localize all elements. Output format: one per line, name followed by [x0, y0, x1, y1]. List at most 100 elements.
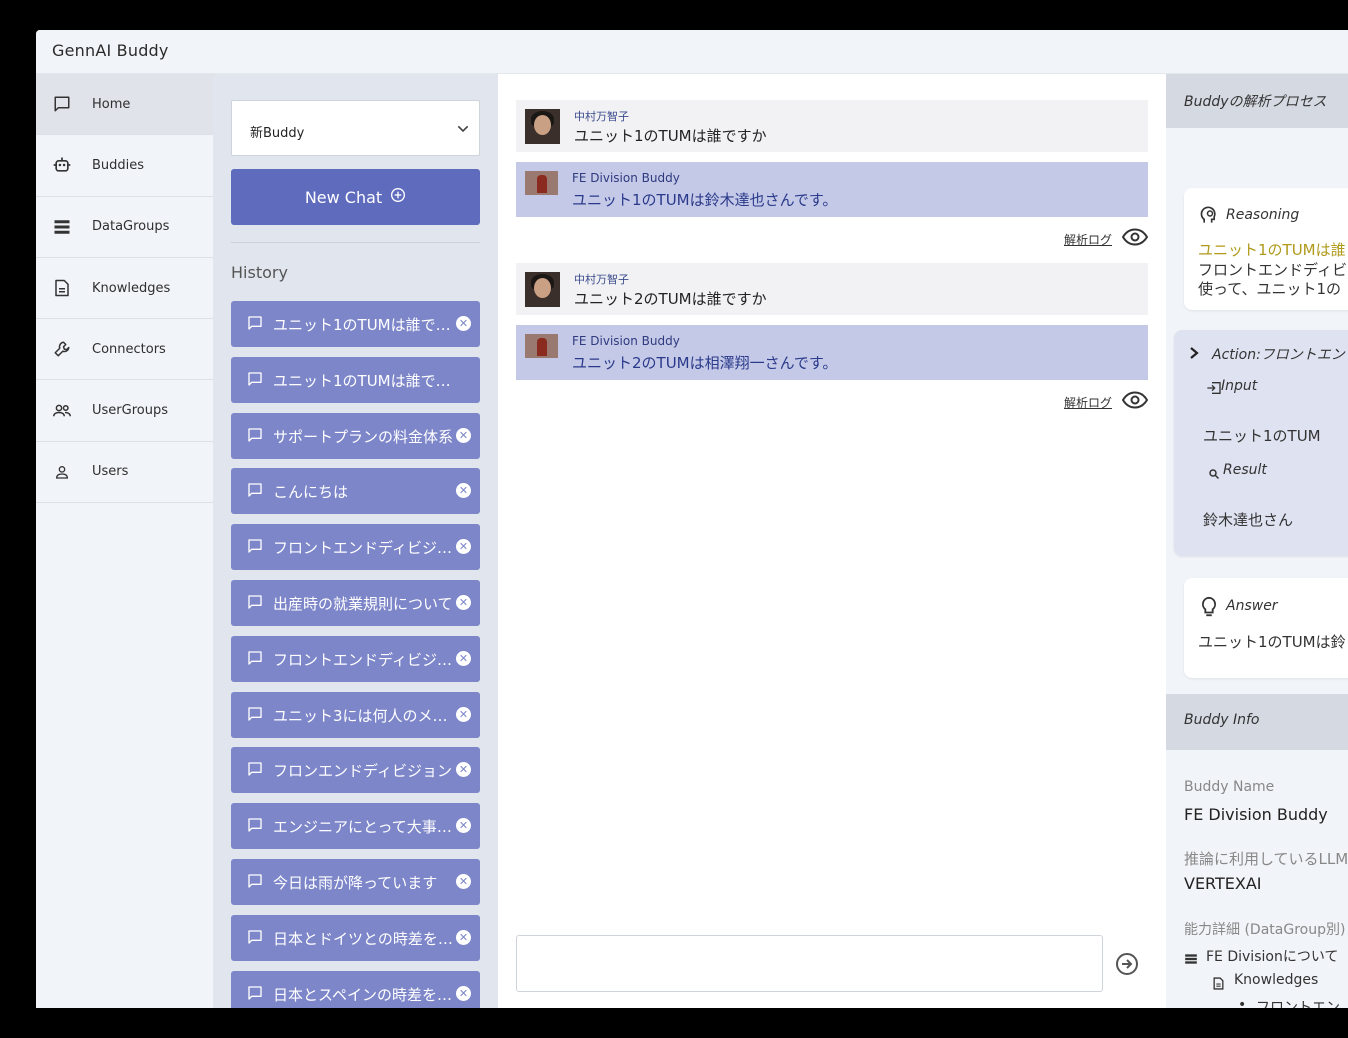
history-panel: 新Buddy New Chat History ユニット1のTUMは誰ですか ✕ … [213, 74, 498, 1008]
chat-input[interactable] [516, 935, 1103, 992]
buddy-select[interactable]: 新Buddy [231, 100, 480, 156]
nav-item-usergroups[interactable]: UserGroups [36, 380, 213, 442]
nav-label: UserGroups [92, 403, 168, 419]
message-icon [247, 761, 263, 781]
new-chat-label: New Chat [304, 187, 383, 207]
history-item[interactable]: こんにちは ✕ [231, 468, 480, 515]
message-author: 中村万智子 [574, 110, 629, 123]
history-item[interactable]: ユニット3には何人のメンバー✕ [231, 691, 480, 738]
app-bar: GennAI Buddy [36, 30, 1348, 74]
avatar [525, 272, 560, 307]
new-chat-button[interactable]: New Chat [231, 169, 480, 225]
nav-item-buddies[interactable]: Buddies [36, 135, 213, 197]
action-label: Action:フロントエン [1212, 347, 1345, 363]
nav-item-knowledges[interactable]: Knowledges [36, 258, 213, 320]
message-icon [247, 371, 263, 391]
message-icon [247, 817, 263, 837]
delete-icon[interactable]: ✕ [456, 539, 471, 555]
message-author: 中村万智子 [574, 273, 629, 286]
message-icon [247, 594, 263, 614]
storage-icon [52, 217, 72, 237]
history-item[interactable]: 日本とドイツとの時差を教えて✕ [231, 914, 480, 961]
delete-icon[interactable]: ✕ [456, 985, 471, 1001]
history-item-label: 今日は雨が降っています [273, 873, 438, 892]
delete-icon[interactable]: ✕ [456, 427, 471, 443]
message-icon [247, 706, 263, 726]
history-list: ユニット1のTUMは誰ですか ✕ ユニット1のTUMは誰ですか サポートプランの料… [231, 301, 480, 1008]
history-item-label: ユニット1のTUMは誰ですか [273, 371, 455, 390]
action-card[interactable]: Action:フロントエン Input ユニット1のTUM Result 鈴木達… [1174, 330, 1348, 556]
reasoning-line: フロントエンドディビ [1198, 261, 1347, 279]
delete-icon[interactable]: ✕ [456, 706, 471, 722]
analysis-title: Buddyの解析プロセス [1184, 94, 1327, 110]
message-author: FE Division Buddy [572, 171, 680, 185]
delete-icon[interactable]: ✕ [456, 873, 471, 889]
history-item-label: 出産時の就業規則について [273, 594, 453, 613]
delete-icon[interactable]: ✕ [456, 929, 471, 945]
history-item[interactable]: エンジニアにとって大事なこと✕ [231, 803, 480, 850]
nav-label: Home [92, 96, 131, 112]
history-item[interactable]: フロンエンドディビジョン ✕ [231, 747, 480, 794]
analysis-log-label: 解析ログ [1063, 395, 1112, 410]
delete-icon[interactable]: ✕ [456, 762, 471, 778]
history-item[interactable]: ユニット1のTUMは誰ですか [231, 356, 480, 403]
app-window: GennAI Buddy Home Buddies DataGroups Kno… [36, 30, 1348, 1008]
lightbulb-icon [1200, 596, 1218, 622]
history-item-label: ユニット3には何人のメンバー [273, 706, 455, 725]
user-message: 中村万智子 ユニット2のTUMは誰ですか [516, 263, 1148, 315]
history-item[interactable]: 出産時の就業規則について ✕ [231, 579, 480, 626]
nav-item-users[interactable]: Users [36, 442, 213, 504]
analysis-log-link[interactable]: 解析ログ [1063, 228, 1149, 250]
delete-icon[interactable]: ✕ [456, 483, 471, 499]
ability-label: 能力詳細 (DataGroup別) [1184, 922, 1346, 938]
analysis-log-link[interactable]: 解析ログ [1063, 391, 1149, 413]
message-icon [247, 427, 263, 447]
history-item[interactable]: フロントエンドディビジョン ✕ [231, 635, 480, 682]
nav-item-datagroups[interactable]: DataGroups [36, 197, 213, 258]
delete-icon[interactable]: ✕ [456, 594, 471, 610]
history-item[interactable]: 日本とスペインの時差を教えて✕ [231, 970, 480, 1008]
message-icon [247, 985, 263, 1005]
buddy-name-value: FE Division Buddy [1184, 805, 1328, 824]
buddy-info-header: Buddy Info [1166, 694, 1348, 750]
history-item[interactable]: ユニット1のTUMは誰ですか ✕ [231, 301, 480, 347]
history-item[interactable]: フロントエンドディビジョン ✕ [231, 524, 480, 571]
message-icon [247, 538, 263, 558]
message-icon [247, 315, 263, 335]
bullet: • [1238, 997, 1247, 1008]
nav-item-home[interactable]: Home [36, 74, 213, 136]
divider [231, 242, 480, 243]
history-item-label: 日本とドイツとの時差を教えて [273, 929, 455, 948]
add-circle-icon [390, 187, 406, 207]
history-item-label: 日本とスペインの時差を教えて [273, 985, 455, 1004]
knowledge-item: フロントエン [1256, 1000, 1340, 1008]
delete-icon[interactable]: ✕ [456, 818, 471, 834]
knowledges-label: Knowledges [1234, 972, 1319, 988]
chevron-down-icon [455, 121, 471, 141]
chevron-right-icon[interactable] [1188, 345, 1200, 364]
delete-icon[interactable]: ✕ [456, 316, 471, 331]
nav-label: Users [92, 464, 129, 480]
analysis-log-label: 解析ログ [1063, 232, 1112, 247]
send-icon[interactable] [1115, 952, 1139, 980]
reasoning-card: Reasoning ユニット1のTUMは誰 フロントエンドディビ 使って、ユニッ… [1184, 188, 1348, 310]
nav-label: Knowledges [92, 280, 171, 296]
buddy-avatar [525, 171, 558, 195]
delete-icon[interactable]: ✕ [456, 650, 471, 666]
document-icon [1213, 975, 1224, 994]
wrench-icon [52, 339, 72, 359]
buddy-select-value: 新Buddy [250, 126, 305, 141]
history-item[interactable]: 今日は雨が降っています ✕ [231, 858, 480, 905]
bot-message: FE Division Buddy ユニット2のTUMは相澤翔一さんです。 [516, 325, 1148, 380]
nav-label: Connectors [92, 341, 166, 357]
nav-item-connectors[interactable]: Connectors [36, 319, 213, 381]
buddy-info-title: Buddy Info [1184, 712, 1260, 728]
chat-panel: 中村万智子 ユニット1のTUMは誰ですか FE Division Buddy ユ… [498, 74, 1166, 1008]
answer-card: Answer ユニット1のTUMは鈴 [1184, 578, 1348, 678]
history-item[interactable]: サポートプランの料金体系 ✕ [231, 412, 480, 459]
history-item-label: サポートプランの料金体系 [273, 427, 454, 446]
user-message: 中村万智子 ユニット1のTUMは誰ですか [516, 100, 1148, 152]
chat-bubble-icon [52, 94, 72, 114]
llm-value: VERTEXAI [1184, 874, 1262, 893]
message-text: ユニット1のTUMは誰ですか [574, 127, 767, 145]
